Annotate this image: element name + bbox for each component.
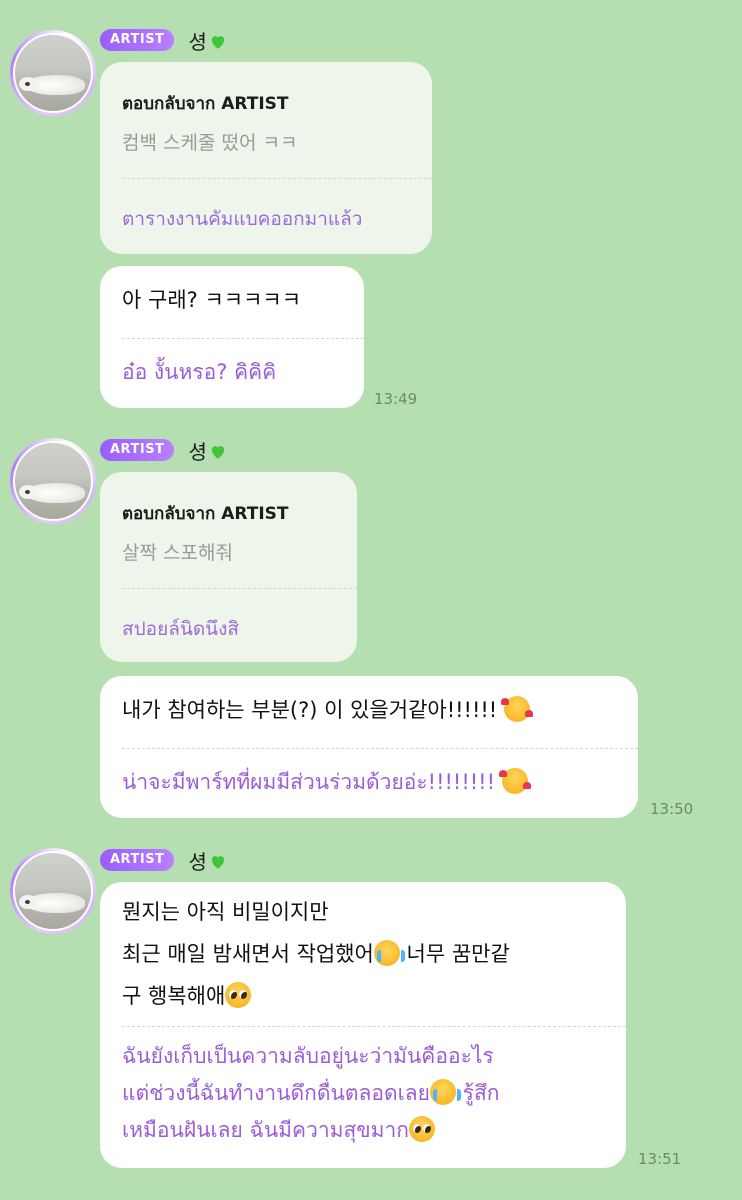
reply-original-text: 살짝 스포해줘	[122, 542, 233, 564]
smiling-face-with-hearts-icon	[498, 768, 531, 794]
reply-translation-text: ตารางงานคัมแบคออกมาแล้ว	[122, 208, 363, 230]
message-text-korean: 구 행복해애	[122, 976, 252, 1016]
reply-quote-bubble[interactable]: ตอบกลับจาก ARTIST 살짝 스포해줘 สปอยล์นิดนึงสิ	[100, 472, 357, 662]
timestamp: 13:49	[374, 390, 418, 408]
divider	[122, 1026, 626, 1027]
reply-header: ตอบกลับจาก ARTIST	[122, 504, 289, 524]
divider	[122, 588, 357, 589]
pleading-face-icon	[409, 1116, 436, 1142]
sender-row: ARTIST 셩	[100, 436, 227, 465]
message-text-korean: 뭔지는 아직 비밀이지만	[122, 900, 329, 924]
crying-face-icon	[373, 940, 405, 966]
message-text-korean: 내가 참여하는 부분(?) 이 있을거같아!!!!!!	[122, 690, 533, 730]
message-text-thai: เหมือนฝันเลย ฉันมีความสุขมาก	[122, 1112, 436, 1149]
sender-name: 셩	[188, 846, 226, 875]
message-text-thai: น่าจะมีพาร์ทที่ผมมีส่วนร่วมด้วยอ่ะ!!!!!!…	[122, 764, 531, 801]
artist-badge: ARTIST	[100, 849, 175, 871]
avatar[interactable]	[10, 848, 96, 934]
message-bubble[interactable]: 아 구래? ㅋㅋㅋㅋㅋ อ๋อ งั้นหรอ? คิคิคิ	[100, 266, 364, 408]
message-text-thai: อ๋อ งั้นหรอ? คิคิคิ	[122, 360, 277, 384]
pleading-face-icon	[225, 982, 252, 1008]
message-text-korean: 아 구래? ㅋㅋㅋㅋㅋ	[122, 288, 302, 312]
smiling-face-with-hearts-icon	[500, 696, 533, 722]
timestamp: 13:51	[638, 1150, 682, 1168]
sender-name: 셩	[188, 436, 226, 465]
message-text-thai: ฉันยังเก็บเป็นความลับอยู่นะว่ามันคืออะไร	[122, 1044, 494, 1068]
avatar[interactable]	[10, 438, 96, 524]
artist-badge: ARTIST	[100, 29, 175, 51]
sender-row: ARTIST 셩	[100, 846, 227, 875]
green-heart-icon	[211, 445, 224, 459]
reply-original-text: 컴백 스케줄 떴어 ㅋㅋ	[122, 132, 298, 154]
divider	[122, 338, 364, 339]
reply-translation-text: สปอยล์นิดนึงสิ	[122, 618, 240, 640]
sender-row: ARTIST 셩	[100, 26, 227, 55]
reply-header: ตอบกลับจาก ARTIST	[122, 94, 289, 114]
message-bubble[interactable]: 뭔지는 아직 비밀이지만 최근 매일 밤새면서 작업했어 너무 꿈만같 구 행복…	[100, 882, 626, 1168]
divider	[122, 178, 432, 179]
divider	[122, 748, 638, 749]
avatar[interactable]	[10, 30, 96, 116]
crying-face-icon	[429, 1079, 461, 1105]
timestamp: 13:50	[650, 800, 694, 818]
message-bubble[interactable]: 내가 참여하는 부분(?) 이 있을거같아!!!!!! น่าจะมีพาร์ท…	[100, 676, 638, 818]
message-text-thai: แต่ช่วงนี้ฉันทำงานดึกดื่นตลอดเลย รู้สึก	[122, 1079, 500, 1105]
sender-name: 셩	[188, 26, 226, 55]
green-heart-icon	[211, 855, 224, 869]
message-text-korean: 최근 매일 밤새면서 작업했어 너무 꿈만같	[122, 940, 510, 966]
reply-quote-bubble[interactable]: ตอบกลับจาก ARTIST 컴백 스케줄 떴어 ㅋㅋ ตารางงานค…	[100, 62, 432, 254]
green-heart-icon	[211, 35, 224, 49]
artist-badge: ARTIST	[100, 439, 175, 461]
